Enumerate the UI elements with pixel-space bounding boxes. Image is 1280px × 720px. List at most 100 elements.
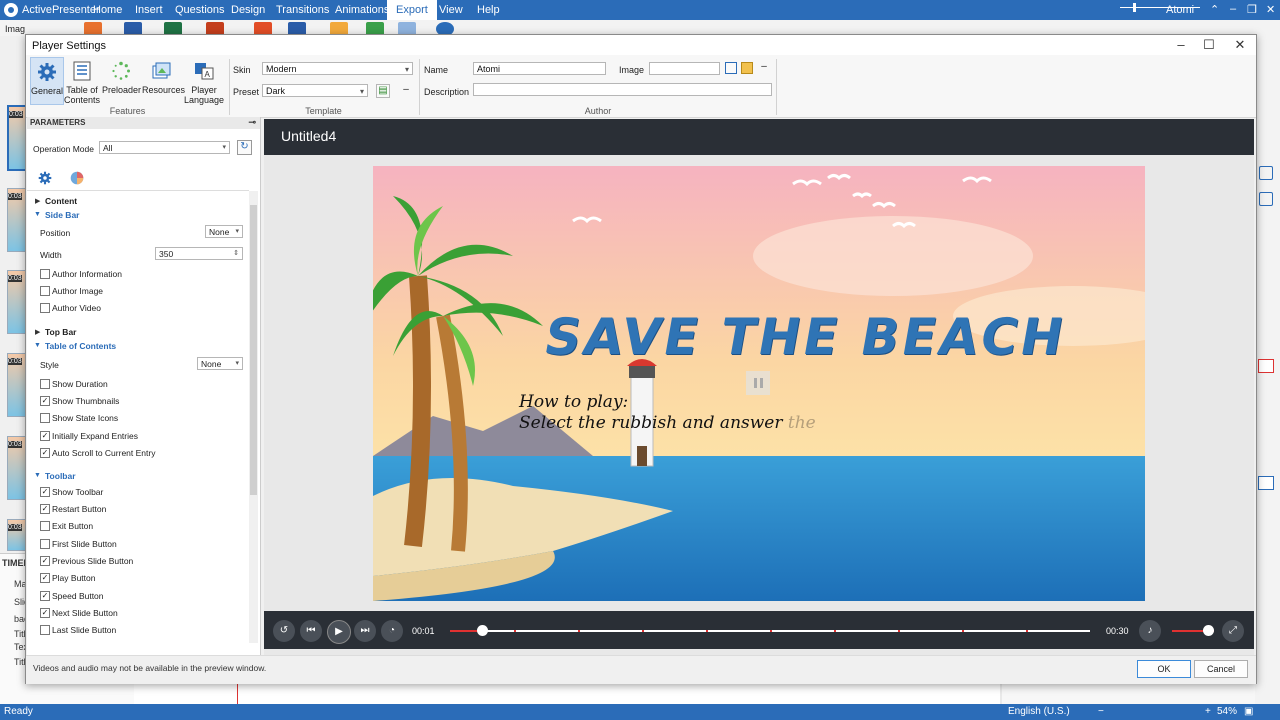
auto-scroll-checkbox[interactable]: ✓ (40, 448, 50, 458)
progress-marker (706, 630, 708, 632)
author-image-checkbox[interactable] (40, 286, 50, 296)
tab-view[interactable]: View (430, 0, 472, 20)
tab-help[interactable]: Help (468, 0, 509, 20)
resources-icon (152, 62, 171, 79)
initially-expand-checkbox[interactable]: ✓ (40, 431, 50, 441)
author-name-field[interactable]: Atomi (473, 62, 606, 75)
position-select[interactable]: None ▾ (205, 225, 243, 238)
first-slide-button-checkbox[interactable] (40, 539, 50, 549)
next-slide-button-checkbox[interactable]: ✓ (40, 608, 50, 618)
timeline-track-label[interactable]: Titl (14, 657, 26, 667)
dialog-minimize-icon[interactable]: – (1166, 37, 1196, 53)
cancel-button[interactable]: Cancel (1194, 660, 1248, 678)
restart-button-checkbox[interactable]: ✓ (40, 504, 50, 514)
author-image-field[interactable] (649, 62, 720, 75)
operation-mode-select[interactable]: All ▾ (99, 141, 230, 154)
parameters-title: PARAMETERS (30, 118, 86, 127)
remove-image-icon[interactable]: – (757, 61, 771, 75)
collapse-icon[interactable] (1258, 476, 1274, 490)
close-icon[interactable]: ✕ (1266, 3, 1275, 16)
show-thumbnails-label: Show Thumbnails (52, 396, 120, 406)
image-icon[interactable] (725, 62, 737, 74)
spin-icon[interactable]: ⇕ (233, 248, 239, 260)
edit-icon[interactable] (1259, 166, 1273, 180)
collapse-ribbon-icon[interactable]: ⌃ (1210, 3, 1219, 16)
volume-icon[interactable]: ♪ (1139, 620, 1161, 642)
fit-window-icon[interactable]: ▣ (1244, 706, 1253, 717)
language-indicator[interactable]: English (U.S.) (1008, 706, 1070, 717)
show-duration-label: Show Duration (52, 379, 108, 389)
user-name[interactable]: Atomi (1166, 4, 1194, 16)
zoom-slider-thumb[interactable] (1133, 3, 1136, 12)
collapse-icon[interactable]: ▼ (34, 211, 41, 218)
speed-icon[interactable]: ◔ (381, 620, 403, 642)
toolbar-section[interactable]: Toolbar (45, 471, 76, 481)
zoom-level[interactable]: 54% (1217, 706, 1237, 717)
pin-icon[interactable]: ⊸ (248, 117, 256, 128)
zoom-out-icon[interactable]: − (1098, 706, 1104, 717)
author-video-checkbox[interactable] (40, 303, 50, 313)
toc-feature-button[interactable]: Table of Contents (64, 57, 100, 105)
ribbon-tool-label[interactable]: Imag (5, 24, 25, 34)
player-language-feature-button[interactable]: A Player Language (184, 57, 224, 105)
dialog-maximize-icon[interactable]: ☐ (1194, 37, 1224, 53)
collapse-icon[interactable]: ▼ (34, 342, 41, 349)
general-settings-icon[interactable] (38, 171, 52, 185)
play-pause-icon[interactable]: ▶ (327, 620, 351, 644)
author-information-checkbox[interactable] (40, 269, 50, 279)
folder-icon[interactable] (741, 62, 753, 74)
top-bar-section[interactable]: Top Bar (45, 327, 76, 337)
collapse-icon[interactable]: ▼ (34, 472, 41, 479)
restart-icon[interactable]: ↺ (273, 620, 295, 642)
show-duration-checkbox[interactable] (40, 379, 50, 389)
save-preset-icon[interactable]: ▤ (376, 84, 390, 98)
width-stepper[interactable]: 350 ⇕ (155, 247, 243, 260)
remove-icon[interactable] (1258, 359, 1274, 373)
progress-marker (1026, 630, 1028, 632)
preloader-feature-button[interactable]: Preloader (102, 57, 141, 103)
next-slide-icon[interactable]: ⏭ (354, 620, 376, 642)
progress-marker (962, 630, 964, 632)
zoom-in-icon[interactable]: + (1205, 706, 1211, 717)
player-settings-dialog: Player Settings – ☐ ✕ General Table of C… (25, 34, 1257, 684)
ok-button[interactable]: OK (1137, 660, 1191, 678)
expand-icon[interactable]: ▶ (35, 197, 40, 205)
last-slide-button-checkbox[interactable] (40, 625, 50, 635)
status-ready: Ready (4, 706, 33, 717)
volume-thumb[interactable] (1203, 625, 1214, 636)
style-settings-icon[interactable] (70, 171, 84, 185)
fullscreen-icon[interactable]: ⤢ (1222, 620, 1244, 642)
last-slide-button-label: Last Slide Button (52, 625, 117, 635)
expand-icon[interactable]: ▶ (35, 328, 40, 336)
speed-button-checkbox[interactable]: ✓ (40, 591, 50, 601)
zoom-slider[interactable] (1120, 7, 1200, 8)
description-field[interactable] (473, 83, 772, 96)
exit-button-checkbox[interactable] (40, 521, 50, 531)
tab-home[interactable]: Home (84, 0, 131, 20)
edit-icon[interactable] (1259, 192, 1273, 206)
previous-slide-button-checkbox[interactable]: ✓ (40, 556, 50, 566)
resources-feature-button[interactable]: Resources (142, 57, 185, 103)
slide-canvas[interactable]: SAVE THE BEACH How to play: Select the r… (373, 166, 1145, 601)
parameters-scrollbar-thumb[interactable] (250, 205, 257, 495)
show-state-icons-checkbox[interactable] (40, 413, 50, 423)
previous-slide-icon[interactable]: ⏮ (300, 620, 322, 642)
play-button-checkbox[interactable]: ✓ (40, 573, 50, 583)
tab-insert[interactable]: Insert (126, 0, 172, 20)
remove-preset-icon[interactable]: – (399, 84, 413, 98)
show-toolbar-checkbox[interactable]: ✓ (40, 487, 50, 497)
restore-icon[interactable]: ❐ (1247, 3, 1257, 16)
reset-icon[interactable]: ↻ (237, 140, 252, 155)
content-section[interactable]: Content (45, 196, 77, 206)
show-thumbnails-checkbox[interactable]: ✓ (40, 396, 50, 406)
progress-thumb[interactable] (477, 625, 488, 636)
minimize-icon[interactable]: – (1230, 3, 1236, 15)
skin-select[interactable]: Modern ▾ (262, 62, 413, 75)
timeline-track-label[interactable]: Titl (14, 629, 26, 639)
toc-section[interactable]: Table of Contents (45, 341, 116, 351)
style-select[interactable]: None ▾ (197, 357, 243, 370)
dialog-close-icon[interactable]: ✕ (1225, 37, 1255, 53)
side-bar-section[interactable]: Side Bar (45, 210, 80, 220)
preset-select[interactable]: Dark ▾ (262, 84, 368, 97)
general-feature-button[interactable]: General (30, 57, 64, 105)
